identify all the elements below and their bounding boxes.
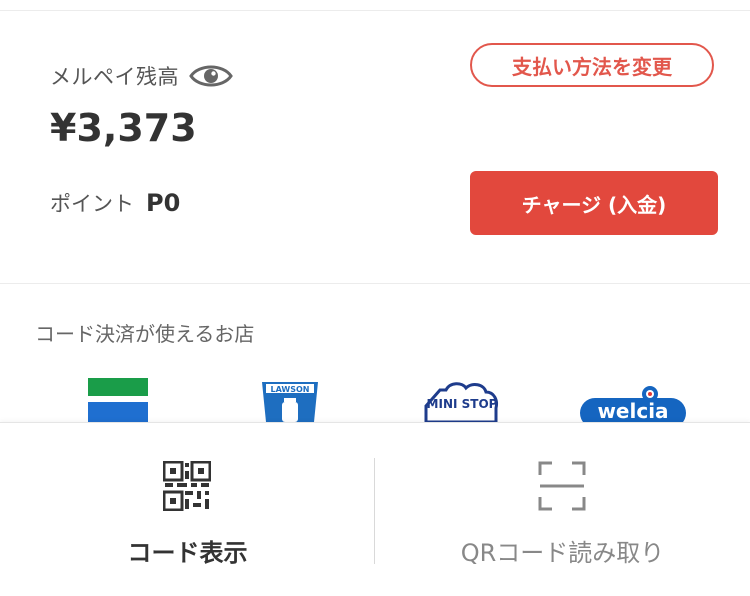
- stores-section-title: コード決済が使えるお店: [35, 322, 255, 346]
- balance-label-row: メルペイ残高: [50, 61, 233, 91]
- bottom-navigation: コード表示 QRコード読み取り: [0, 422, 750, 596]
- ministop-logo[interactable]: MINI STOP: [422, 380, 500, 422]
- change-payment-method-button[interactable]: 支払い方法を変更: [470, 43, 714, 87]
- balance-card: メルペイ残高 支払い方法を変更 ¥3,373 ポイント P0 チャージ (入金): [0, 11, 750, 283]
- qr-code-icon: [163, 461, 211, 511]
- balance-label: メルペイ残高: [50, 65, 179, 89]
- store-logos-row: LAWSON MINI STOP welcia: [0, 370, 750, 422]
- qr-read-tab[interactable]: QRコード読み取り: [375, 423, 750, 596]
- lawson-logo[interactable]: LAWSON: [258, 378, 322, 422]
- lawson-logo-text: LAWSON: [270, 385, 309, 394]
- familymart-logo[interactable]: [88, 378, 148, 422]
- section-divider: [0, 283, 750, 284]
- ministop-logo-text: MINI STOP: [427, 397, 498, 411]
- point-row: ポイント P0: [50, 188, 180, 218]
- qr-read-label: QRコード読み取り: [460, 539, 665, 567]
- point-value: P0: [146, 189, 181, 217]
- show-code-tab[interactable]: コード表示: [0, 423, 375, 596]
- welcia-logo-text: welcia: [597, 399, 668, 422]
- balance-amount: ¥3,373: [50, 106, 197, 150]
- eye-icon[interactable]: [189, 61, 233, 91]
- point-label: ポイント: [50, 192, 134, 216]
- welcia-logo[interactable]: welcia: [578, 384, 688, 422]
- charge-button[interactable]: チャージ (入金): [470, 171, 718, 235]
- scan-frame-icon: [538, 461, 586, 511]
- show-code-label: コード表示: [127, 539, 248, 567]
